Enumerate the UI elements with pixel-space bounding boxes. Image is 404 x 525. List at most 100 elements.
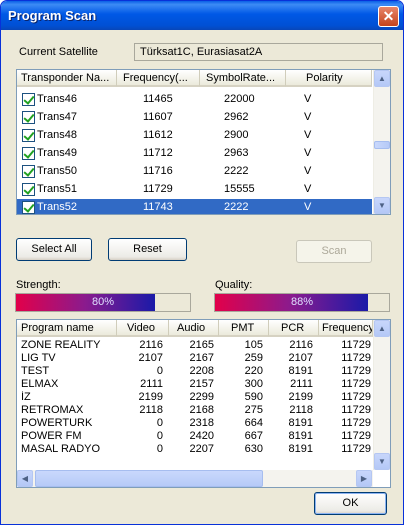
transponder-cell-polarity: V	[304, 165, 312, 177]
program-scan-window: Program Scan ✕ Current Satellite Türksat…	[0, 0, 404, 525]
program-row[interactable]: TEST 0 2208 220 8191 11729	[17, 365, 372, 378]
window-title: Program Scan	[8, 8, 97, 23]
transponder-cell-polarity: V	[304, 201, 312, 213]
transponder-row[interactable]: Trans50 11716 2222 V	[17, 163, 372, 180]
program-cell-program-name: LIG TV	[21, 352, 56, 364]
transponder-cell-polarity: V	[304, 183, 312, 195]
program-row[interactable]: RETROMAX 2118 2168 275 2118 11729	[17, 404, 372, 417]
program-row[interactable]: MASAL RADYO 0 2207 630 8191 11729	[17, 443, 372, 456]
program-cell-frequency: 11729	[341, 339, 371, 351]
program-cell-audio: 2299	[189, 391, 214, 403]
program-cell-pmt: 220	[244, 365, 263, 377]
current-satellite-field: Türksat1C, Eurasiasat2A	[134, 43, 383, 61]
column-header-frequency[interactable]: Frequency(...	[117, 70, 200, 87]
program-cell-pmt: 275	[244, 404, 263, 416]
transponder-checkbox[interactable]	[22, 111, 35, 124]
transponder-cell-symbol-rate: 15555	[224, 183, 255, 195]
transponder-row[interactable]: Trans48 11612 2900 V	[17, 127, 372, 144]
column-header-program-name[interactable]: Program name	[17, 320, 117, 337]
scroll-up-icon[interactable]: ▲	[374, 70, 390, 87]
program-cell-audio: 2168	[189, 404, 214, 416]
scroll-down-icon[interactable]: ▼	[374, 197, 390, 214]
transponder-cell-name: Trans51	[37, 183, 77, 195]
program-cell-video: 0	[156, 430, 163, 442]
program-row[interactable]: POWER FM 0 2420 667 8191 11729	[17, 430, 372, 443]
transponder-cell-frequency: 11607	[143, 111, 173, 123]
close-icon[interactable]: ✕	[378, 6, 399, 27]
transponder-cell-name: Trans46	[37, 93, 77, 105]
ok-button[interactable]: OK	[314, 492, 387, 515]
column-header-audio[interactable]: Audio	[169, 320, 219, 337]
column-header-pcr[interactable]: PCR	[269, 320, 319, 337]
program-cell-program-name: İZ	[21, 391, 31, 403]
scroll-right-icon[interactable]: ▶	[356, 470, 372, 487]
horizontal-scrollbar-thumb[interactable]	[35, 470, 263, 487]
program-cell-program-name: POWER FM	[21, 430, 82, 442]
column-header-transponder[interactable]: Transponder Na...	[17, 70, 117, 87]
program-cell-program-name: ELMAX	[21, 378, 59, 390]
program-cell-frequency: 11729	[341, 417, 371, 429]
program-cell-video: 2118	[139, 404, 163, 416]
transponder-cell-polarity: V	[304, 129, 312, 141]
transponder-checkbox[interactable]	[22, 201, 35, 214]
transponder-cell-polarity: V	[304, 111, 312, 123]
program-cell-audio: 2420	[189, 430, 214, 442]
scrollbar-thumb[interactable]	[374, 141, 390, 149]
transponder-cell-symbol-rate: 2222	[224, 165, 249, 177]
transponder-cell-name: Trans52	[37, 201, 77, 213]
transponder-cell-name: Trans49	[37, 147, 77, 159]
program-cell-video: 2116	[139, 339, 163, 351]
program-cell-frequency: 11729	[341, 378, 371, 390]
transponder-checkbox[interactable]	[22, 129, 35, 142]
program-cell-audio: 2167	[189, 352, 214, 364]
program-cell-video: 2107	[138, 352, 163, 364]
transponder-cell-polarity: V	[304, 93, 312, 105]
program-cell-pmt: 664	[244, 417, 263, 429]
quality-label: Quality:	[215, 279, 253, 291]
program-cell-audio: 2157	[189, 378, 214, 390]
title-bar[interactable]: Program Scan ✕	[1, 1, 403, 30]
program-cell-pmt: 300	[244, 378, 263, 390]
scroll-up-icon[interactable]: ▲	[374, 320, 390, 337]
transponder-row[interactable]: Trans51 11729 15555 V	[17, 181, 372, 198]
scroll-left-icon[interactable]: ◀	[17, 470, 33, 487]
transponder-list[interactable]: Transponder Na... Frequency(... SymbolRa…	[16, 69, 391, 215]
program-cell-video: 0	[156, 365, 163, 377]
transponder-checkbox[interactable]	[22, 147, 35, 160]
program-row[interactable]: ELMAX 2111 2157 300 2111 11729	[17, 378, 372, 391]
reset-button[interactable]: Reset	[108, 238, 187, 261]
transponder-checkbox[interactable]	[22, 183, 35, 196]
transponder-cell-frequency: 11716	[143, 165, 173, 177]
transponder-row[interactable]: Trans47 11607 2962 V	[17, 109, 372, 126]
program-row[interactable]: LIG TV 2107 2167 259 2107 11729	[17, 352, 372, 365]
program-row[interactable]: ZONE REALITY 2116 2165 105 2116 11729	[17, 339, 372, 352]
transponder-cell-frequency: 11743	[143, 201, 173, 213]
column-header-pmt[interactable]: PMT	[219, 320, 269, 337]
transponder-row[interactable]: Trans49 11712 2963 V	[17, 145, 372, 162]
strength-value: 80%	[91, 296, 115, 308]
program-row[interactable]: İZ 2199 2299 590 2199 11729	[17, 391, 372, 404]
transponder-checkbox[interactable]	[22, 93, 35, 106]
program-cell-audio: 2318	[189, 417, 214, 429]
quality-value: 88%	[290, 296, 314, 308]
program-cell-pcr: 2199	[288, 391, 313, 403]
column-header-symbol-rate[interactable]: SymbolRate...	[200, 70, 286, 87]
program-cell-program-name: POWERTURK	[21, 417, 93, 429]
transponder-cell-symbol-rate: 2963	[224, 147, 249, 159]
transponder-cell-name: Trans50	[37, 165, 77, 177]
transponder-row[interactable]: Trans52 11743 2222 V	[17, 199, 372, 214]
program-list[interactable]: Program name Video Audio PMT PCR Frequen…	[16, 319, 391, 488]
scroll-down-icon[interactable]: ▼	[374, 453, 390, 470]
column-header-video[interactable]: Video	[117, 320, 169, 337]
transponder-row[interactable]: Trans46 11465 22000 V	[17, 91, 372, 108]
program-cell-audio: 2165	[189, 339, 214, 351]
column-header-polarity[interactable]: Polarity	[286, 70, 372, 87]
select-all-button[interactable]: Select All	[16, 238, 92, 261]
program-vertical-scrollbar[interactable]: ▲ ▼	[373, 320, 390, 470]
scan-button[interactable]: Scan	[296, 240, 372, 263]
column-header-frequency[interactable]: Frequency	[319, 320, 373, 337]
transponder-vertical-scrollbar[interactable]: ▲ ▼	[373, 70, 390, 214]
program-row[interactable]: POWERTURK 0 2318 664 8191 11729	[17, 417, 372, 430]
program-horizontal-scrollbar[interactable]: ◀ ▶	[17, 470, 373, 487]
transponder-checkbox[interactable]	[22, 165, 35, 178]
